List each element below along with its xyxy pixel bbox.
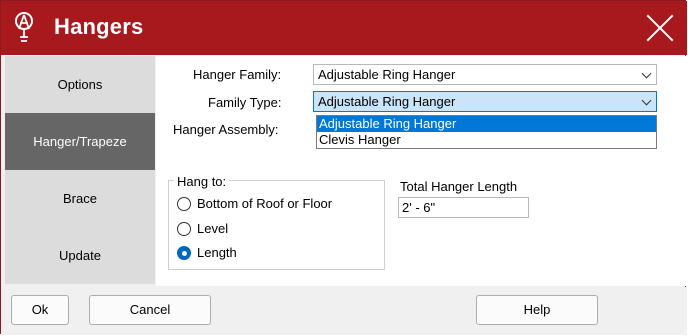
- family-type-select[interactable]: Adjustable Ring Hanger: [313, 91, 657, 112]
- hanger-family-select[interactable]: Adjustable Ring Hanger: [313, 64, 657, 85]
- dropdown-option[interactable]: Adjustable Ring Hanger: [317, 116, 656, 132]
- sidebar-item-options[interactable]: Options: [5, 56, 155, 113]
- radio-label: Bottom of Roof or Floor: [197, 196, 333, 211]
- total-hanger-length-field[interactable]: 2' - 6": [398, 197, 529, 218]
- content-panel: Hanger Family: Adjustable Ring Hanger Fa…: [156, 56, 686, 286]
- cancel-button[interactable]: Cancel: [89, 295, 211, 325]
- family-type-value: Adjustable Ring Hanger: [318, 94, 456, 109]
- total-hanger-length-label: Total Hanger Length: [400, 179, 518, 194]
- hangers-dialog: Hangers Options Hanger/Trapeze Brace Upd…: [0, 0, 687, 335]
- sidebar-item-update[interactable]: Update: [5, 227, 155, 284]
- help-button[interactable]: Help: [476, 295, 598, 325]
- title-bar: Hangers: [1, 1, 687, 55]
- radio-button[interactable]: [177, 246, 191, 260]
- chevron-down-icon: [641, 95, 652, 106]
- sidebar-item-brace[interactable]: Brace: [5, 170, 155, 227]
- dropdown-option[interactable]: Clevis Hanger: [317, 132, 656, 148]
- window-title: Hangers: [54, 14, 144, 39]
- radio-button[interactable]: [177, 197, 191, 211]
- hanger-assembly-label: Hanger Assembly:: [173, 122, 279, 137]
- radio-label: Level: [197, 221, 229, 236]
- family-type-label: Family Type:: [208, 95, 282, 110]
- hanger-family-value: Adjustable Ring Hanger: [318, 67, 456, 82]
- sidebar-item-hanger-trapeze[interactable]: Hanger/Trapeze: [5, 113, 155, 170]
- chevron-down-icon: [641, 68, 652, 79]
- button-bar: Ok Cancel Help: [1, 287, 687, 335]
- ok-button[interactable]: Ok: [11, 295, 69, 325]
- radio-button[interactable]: [177, 222, 191, 236]
- close-icon[interactable]: [645, 13, 675, 43]
- app-logo-icon: [15, 12, 33, 42]
- hanger-family-label: Hanger Family:: [193, 67, 282, 82]
- sidebar: Options Hanger/Trapeze Brace Update: [5, 56, 155, 284]
- family-type-dropdown-list: Adjustable Ring Hanger Clevis Hanger: [316, 115, 657, 149]
- radio-label: Length: [197, 245, 237, 260]
- hang-to-title: Hang to:: [174, 174, 230, 189]
